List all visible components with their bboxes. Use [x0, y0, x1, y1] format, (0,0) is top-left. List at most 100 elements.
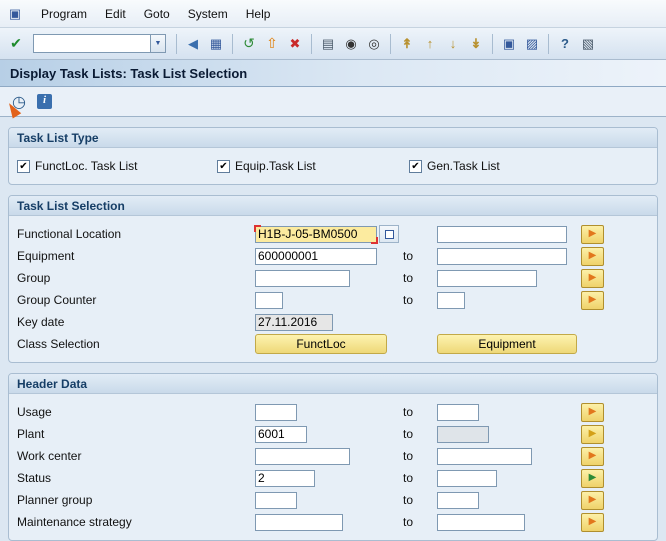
check-icon: ✔	[19, 160, 28, 172]
multi-select-button[interactable]: ▶	[581, 490, 604, 510]
main-content: Task List Type ✔ FunctLoc. Task List ✔ E…	[0, 117, 666, 541]
back-icon[interactable]: ◀	[183, 34, 203, 54]
multi-select-button[interactable]: ▶	[581, 512, 604, 532]
multi-select-button[interactable]: ▶	[581, 468, 604, 488]
field-label: Functional Location	[17, 227, 122, 241]
to-label: to	[403, 493, 414, 507]
menu-program[interactable]: Program	[32, 4, 96, 24]
multi-select-arrow-icon: ▶	[588, 494, 597, 505]
value-help-icon	[384, 229, 394, 239]
row-class-selection: Class Selection FunctLoc Equipment	[17, 333, 649, 355]
multi-select-button[interactable]: ▶	[581, 402, 604, 422]
help-icon[interactable]: ?	[555, 34, 575, 54]
row-plant: Plant to ▶	[17, 423, 649, 445]
plant-input[interactable]	[255, 425, 307, 443]
multi-select-button[interactable]: ▶	[581, 224, 604, 244]
maintenance-strategy-to-input[interactable]	[437, 513, 525, 531]
to-label: to	[403, 405, 414, 419]
focused-field-frame	[254, 224, 378, 244]
find-next-icon[interactable]: ◎	[364, 34, 384, 54]
usage-to-input[interactable]	[437, 403, 479, 421]
command-dropdown-icon[interactable]: ▼	[151, 34, 166, 53]
to-label: to	[403, 449, 414, 463]
group-input[interactable]	[255, 269, 350, 287]
command-input[interactable]	[33, 34, 151, 53]
find-icon[interactable]: ◉	[341, 34, 361, 54]
menu-help[interactable]: Help	[237, 4, 280, 24]
status-input[interactable]	[255, 469, 315, 487]
multi-select-button[interactable]: ▶	[581, 446, 604, 466]
checkbox-box: ✔	[17, 159, 30, 173]
refresh-icon[interactable]: ↺	[239, 34, 259, 54]
row-group: Group to ▶	[17, 267, 649, 289]
section-header: Task List Selection	[9, 196, 657, 216]
customize-icon[interactable]: ▧	[578, 34, 598, 54]
checkbox-label: FunctLoc. Task List	[35, 159, 138, 173]
status-to-input[interactable]	[437, 469, 497, 487]
info-icon[interactable]: i	[37, 94, 52, 109]
planner-group-to-input[interactable]	[437, 491, 479, 509]
multi-select-button[interactable]: ▶	[581, 424, 604, 444]
field-label: Maintenance strategy	[17, 515, 132, 529]
planner-group-input[interactable]	[255, 491, 297, 509]
functional-location-input[interactable]	[255, 225, 377, 243]
toolbar-separator	[232, 33, 233, 54]
functional-location-to-input[interactable]	[437, 225, 567, 243]
group-counter-to-input[interactable]	[437, 291, 465, 309]
equipment-class-button[interactable]: Equipment	[437, 334, 577, 354]
to-label: to	[403, 471, 414, 485]
checkbox-equip-task-list[interactable]: ✔ Equip.Task List	[217, 159, 409, 173]
row-maintenance-strategy: Maintenance strategy to ▶	[17, 511, 649, 533]
to-label: to	[403, 515, 414, 529]
field-label: Plant	[17, 427, 45, 441]
check-icon: ✔	[219, 160, 228, 172]
menu-edit[interactable]: Edit	[96, 4, 135, 24]
menu-system[interactable]: System	[179, 4, 237, 24]
work-center-to-input[interactable]	[437, 447, 532, 465]
field-label: Key date	[17, 315, 65, 329]
menu-goto[interactable]: Goto	[135, 4, 179, 24]
usage-input[interactable]	[255, 403, 297, 421]
matchcode-button[interactable]	[379, 225, 399, 243]
section-task-list-selection: Task List Selection Functional Location …	[8, 195, 658, 363]
cancel-icon[interactable]: ✖	[285, 34, 305, 54]
plant-to-input[interactable]	[437, 425, 489, 443]
equipment-to-input[interactable]	[437, 247, 567, 265]
enter-icon[interactable]: ✔	[6, 34, 26, 54]
equipment-input[interactable]	[255, 247, 377, 265]
first-page-icon[interactable]: ↟	[397, 34, 417, 54]
save-icon[interactable]: ▦	[206, 34, 226, 54]
print-icon[interactable]: ▤	[318, 34, 338, 54]
page-down-icon[interactable]: ↓	[443, 34, 463, 54]
field-label: Planner group	[17, 493, 93, 507]
exit-icon[interactable]: ⇧	[262, 34, 282, 54]
multi-select-button[interactable]: ▶	[581, 268, 604, 288]
checkbox-functloc-task-list[interactable]: ✔ FunctLoc. Task List	[17, 159, 217, 173]
maintenance-strategy-input[interactable]	[255, 513, 343, 531]
page-up-icon[interactable]: ↑	[420, 34, 440, 54]
work-center-input[interactable]	[255, 447, 350, 465]
to-label: to	[403, 271, 414, 285]
group-counter-input[interactable]	[255, 291, 283, 309]
new-session-icon[interactable]: ▣	[499, 34, 519, 54]
toolbar-separator	[548, 33, 549, 54]
multi-select-button[interactable]: ▶	[581, 246, 604, 266]
to-label: to	[403, 293, 414, 307]
checkbox-gen-task-list[interactable]: ✔ Gen.Task List	[409, 159, 500, 173]
field-label: Usage	[17, 405, 52, 419]
multi-select-arrow-icon: ▶	[588, 406, 597, 417]
window-icon: ▣	[8, 5, 22, 21]
multi-select-arrow-icon: ▶	[588, 250, 597, 261]
functloc-class-button[interactable]: FunctLoc	[255, 334, 387, 354]
last-page-icon[interactable]: ↡	[466, 34, 486, 54]
row-functional-location: Functional Location ▶	[17, 223, 649, 245]
group-to-input[interactable]	[437, 269, 537, 287]
command-field-wrap: ▼	[33, 34, 166, 53]
section-header: Task List Type	[9, 128, 657, 148]
row-planner-group: Planner group to ▶	[17, 489, 649, 511]
section-title: Header Data	[17, 376, 88, 391]
key-date-input[interactable]	[255, 313, 333, 331]
shortcut-icon[interactable]: ▨	[522, 34, 542, 54]
multi-select-button[interactable]: ▶	[581, 290, 604, 310]
toolbar-separator	[492, 33, 493, 54]
